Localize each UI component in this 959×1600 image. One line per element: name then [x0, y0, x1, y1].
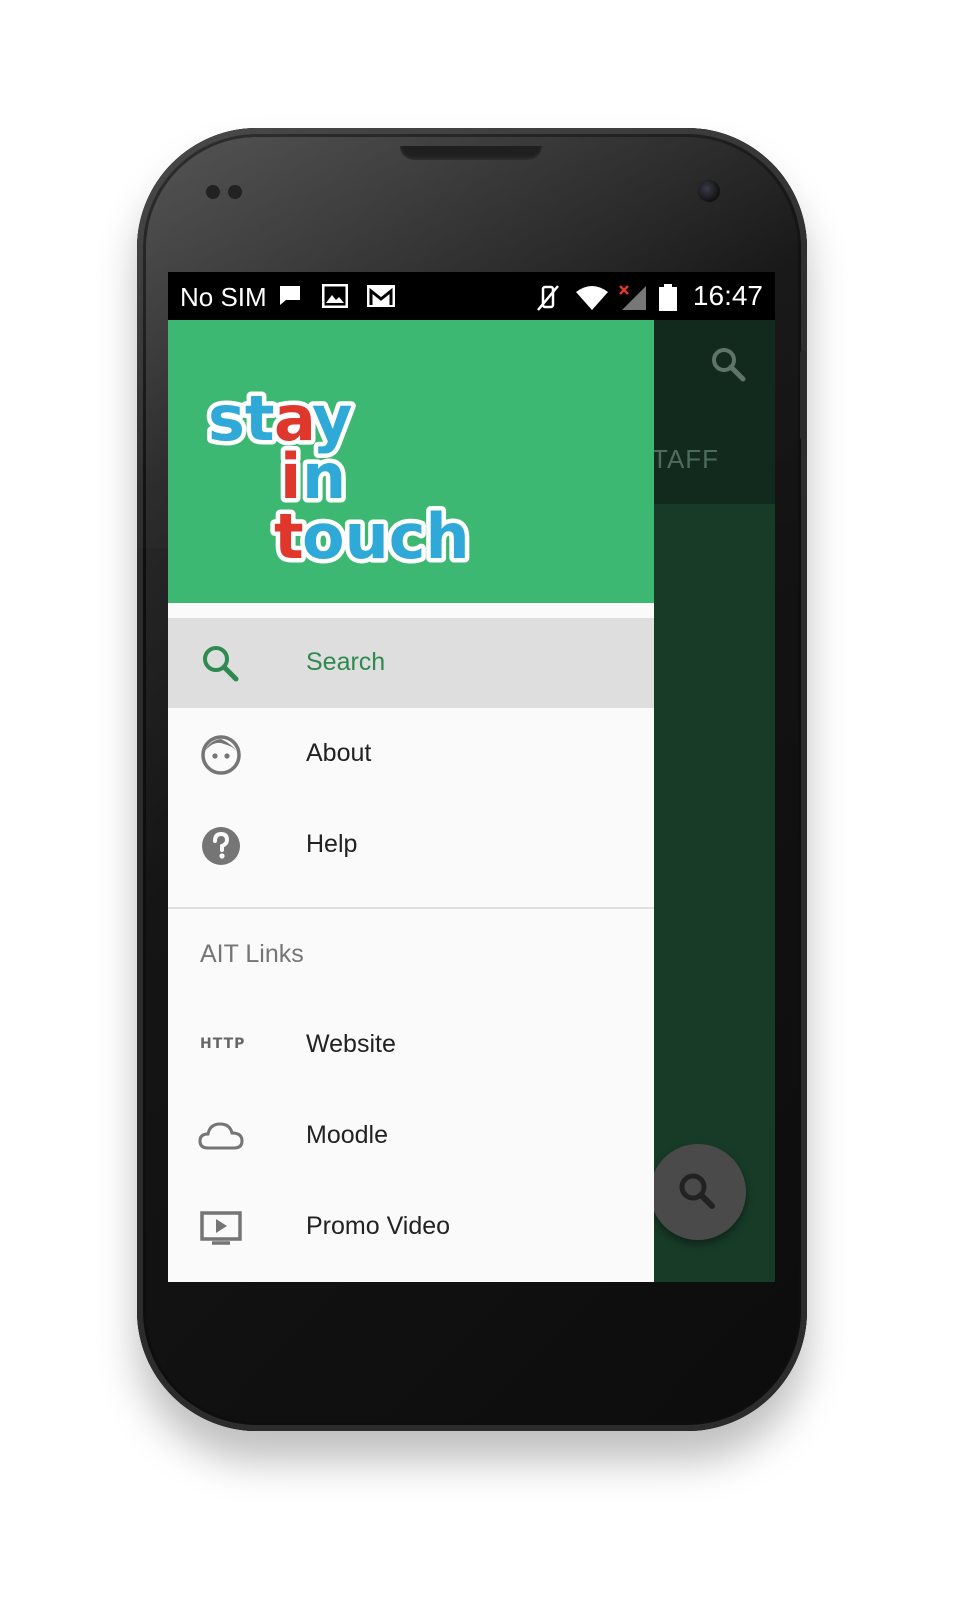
nav-item-label: Promo Video [306, 1212, 451, 1240]
app-tab-staff[interactable]: TAFF [652, 444, 719, 475]
svg-text:t: t [274, 500, 304, 570]
face-icon [201, 735, 241, 775]
nav-item-label: About [306, 739, 372, 767]
gmail-icon [367, 285, 395, 307]
wifi-icon [576, 286, 608, 310]
http-icon: HTTP [200, 1036, 246, 1052]
message-icon [280, 286, 300, 305]
carrier-label: No SIM [180, 282, 267, 312]
svg-text:ouch: ouch [302, 500, 470, 570]
power-button [800, 350, 806, 440]
earpiece-speaker [400, 146, 542, 160]
vibrate-off-icon [537, 285, 559, 311]
nav-item-moodle[interactable]: Moodle [168, 1091, 654, 1181]
nav-item-website[interactable]: HTTP Website [168, 1000, 654, 1090]
signal-icon [619, 285, 646, 310]
screen: TAFF No SIM 16:47 st a y i n t ouch Sear… [168, 272, 775, 1282]
cloud-icon [198, 1122, 244, 1150]
svg-text:st: st [208, 382, 275, 455]
nav-item-label: Website [306, 1030, 396, 1058]
video-icon [200, 1211, 242, 1245]
status-bar: No SIM 16:47 [168, 272, 775, 320]
help-icon [202, 827, 240, 865]
proximity-sensor [206, 185, 220, 199]
light-sensor [228, 185, 242, 199]
image-icon [322, 284, 348, 308]
navigation-drawer: st a y i n t ouch Search About Help AIT … [168, 320, 654, 1282]
app-search-icon[interactable] [708, 344, 748, 384]
clock: 16:47 [692, 280, 763, 311]
nav-item-about[interactable]: About [168, 709, 654, 799]
nav-item-search[interactable]: Search [168, 618, 654, 708]
nav-item-promo-video[interactable]: Promo Video [168, 1182, 654, 1272]
nav-item-label: Moodle [306, 1121, 388, 1149]
battery-icon [659, 284, 677, 311]
front-camera [698, 180, 720, 202]
nav-item-label: Help [306, 830, 358, 858]
drawer-header: st a y i n t ouch [168, 320, 654, 603]
fab-search-icon [679, 1173, 715, 1209]
stay-in-touch-logo: st a y i n t ouch [204, 380, 475, 570]
section-title-ait-links: AIT Links [200, 940, 304, 968]
search-icon [203, 646, 239, 682]
drawer-divider [168, 907, 654, 909]
nav-item-label: Search [306, 648, 386, 676]
fab-search-button[interactable] [650, 1144, 746, 1240]
nav-item-help[interactable]: Help [168, 800, 654, 890]
